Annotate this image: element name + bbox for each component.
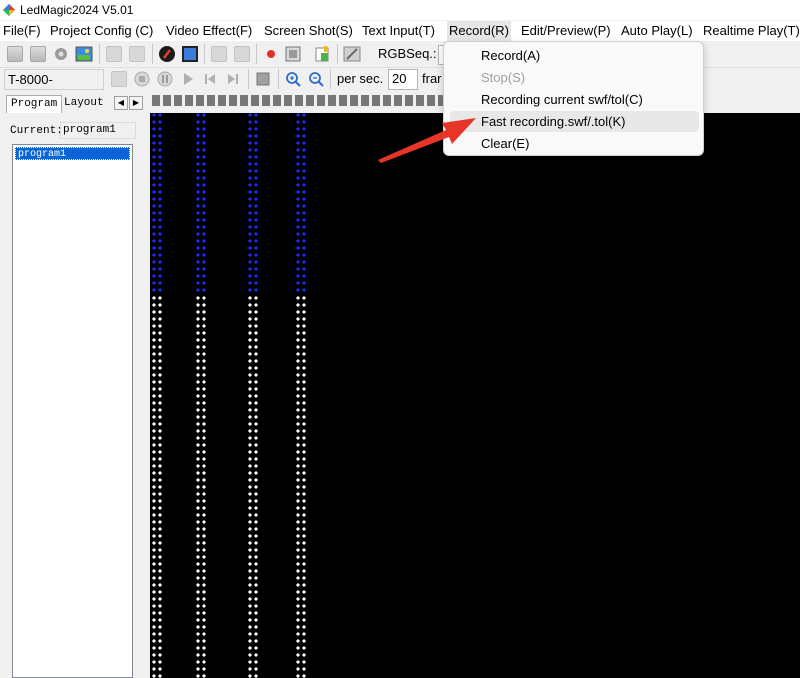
tab-scroll-right-icon[interactable]: ▶ (129, 96, 143, 110)
list-item[interactable]: program1 (15, 147, 130, 160)
frame-icon[interactable] (180, 44, 200, 64)
ruler-marks (152, 95, 444, 106)
open-folder-icon[interactable] (28, 44, 48, 64)
mail-icon[interactable] (209, 44, 229, 64)
menu-realtime-play[interactable]: Realtime Play(T) (703, 24, 800, 38)
led-preview-canvas[interactable] (150, 113, 800, 678)
menu-record[interactable]: Record(R) (447, 21, 511, 41)
flash-icon[interactable] (157, 44, 177, 64)
controller-select[interactable]: T-8000-UCS190 (4, 69, 104, 104)
menu-video-effect[interactable]: Video Effect(F) (166, 24, 252, 38)
menu-item-clear[interactable]: Clear(E) (450, 133, 699, 154)
stop-square-icon[interactable] (283, 44, 303, 64)
menu-item-recording-current[interactable]: Recording current swf/tol(C) (450, 89, 699, 110)
skip-back-icon[interactable] (200, 69, 220, 89)
settings-icon[interactable] (51, 44, 71, 64)
zoom-in-icon[interactable] (283, 69, 303, 89)
record-dropdown-menu: Record(A) Stop(S) Recording current swf/… (443, 41, 704, 156)
zoom-out-icon[interactable] (306, 69, 326, 89)
app-logo-icon (3, 4, 15, 16)
fps-input[interactable]: 20 (388, 69, 418, 90)
program-list[interactable]: program1 (12, 144, 133, 678)
menu-item-stop[interactable]: Stop(S) (450, 67, 699, 88)
export-icon[interactable] (232, 44, 252, 64)
menu-project-config[interactable]: Project Config (C) (50, 24, 153, 38)
paste-icon[interactable] (127, 44, 147, 64)
new-file-icon[interactable] (5, 44, 25, 64)
window-title: LedMagic2024 V5.01 (20, 3, 134, 17)
tab-program[interactable]: Program (6, 95, 63, 113)
menu-edit-preview[interactable]: Edit/Preview(P) (521, 24, 611, 38)
current-program-field[interactable]: program1 (60, 122, 136, 139)
menu-bar: File(F) Project Config (C) Video Effect(… (0, 21, 800, 41)
image-icon[interactable] (74, 44, 94, 64)
left-panel: Program Layout ◀ ▶ Current: program1 pro… (0, 92, 148, 678)
tab-scroll-left-icon[interactable]: ◀ (114, 96, 128, 110)
rgb-sequence-label: RGBSeq.: (378, 46, 437, 61)
menu-text-input[interactable]: Text Input(T) (362, 24, 435, 38)
play-icon[interactable] (178, 69, 198, 89)
record-dot-icon[interactable] (261, 44, 281, 64)
stop-circle-icon[interactable] (132, 69, 152, 89)
menu-auto-play[interactable]: Auto Play(L) (621, 24, 693, 38)
tab-layout[interactable]: Layout (60, 95, 108, 113)
per-sec-label: per sec. (337, 71, 384, 86)
menu-screen-shot[interactable]: Screen Shot(S) (264, 24, 353, 38)
current-label: Current: (10, 125, 63, 137)
skip-forward-icon[interactable] (223, 69, 243, 89)
title-bar: LedMagic2024 V5.01 (0, 0, 800, 20)
stop-square-icon[interactable] (253, 69, 273, 89)
brush-icon[interactable] (342, 44, 362, 64)
image-icon[interactable] (109, 69, 129, 89)
frame-label: frar (422, 71, 442, 86)
menu-file[interactable]: File(F) (3, 24, 41, 38)
new-program-icon[interactable] (312, 44, 332, 64)
copy-icon[interactable] (104, 44, 124, 64)
pause-icon[interactable] (155, 69, 175, 89)
menu-item-record[interactable]: Record(A) (450, 45, 699, 66)
menu-item-fast-recording[interactable]: Fast recording.swf/.tol(K) (450, 111, 699, 132)
